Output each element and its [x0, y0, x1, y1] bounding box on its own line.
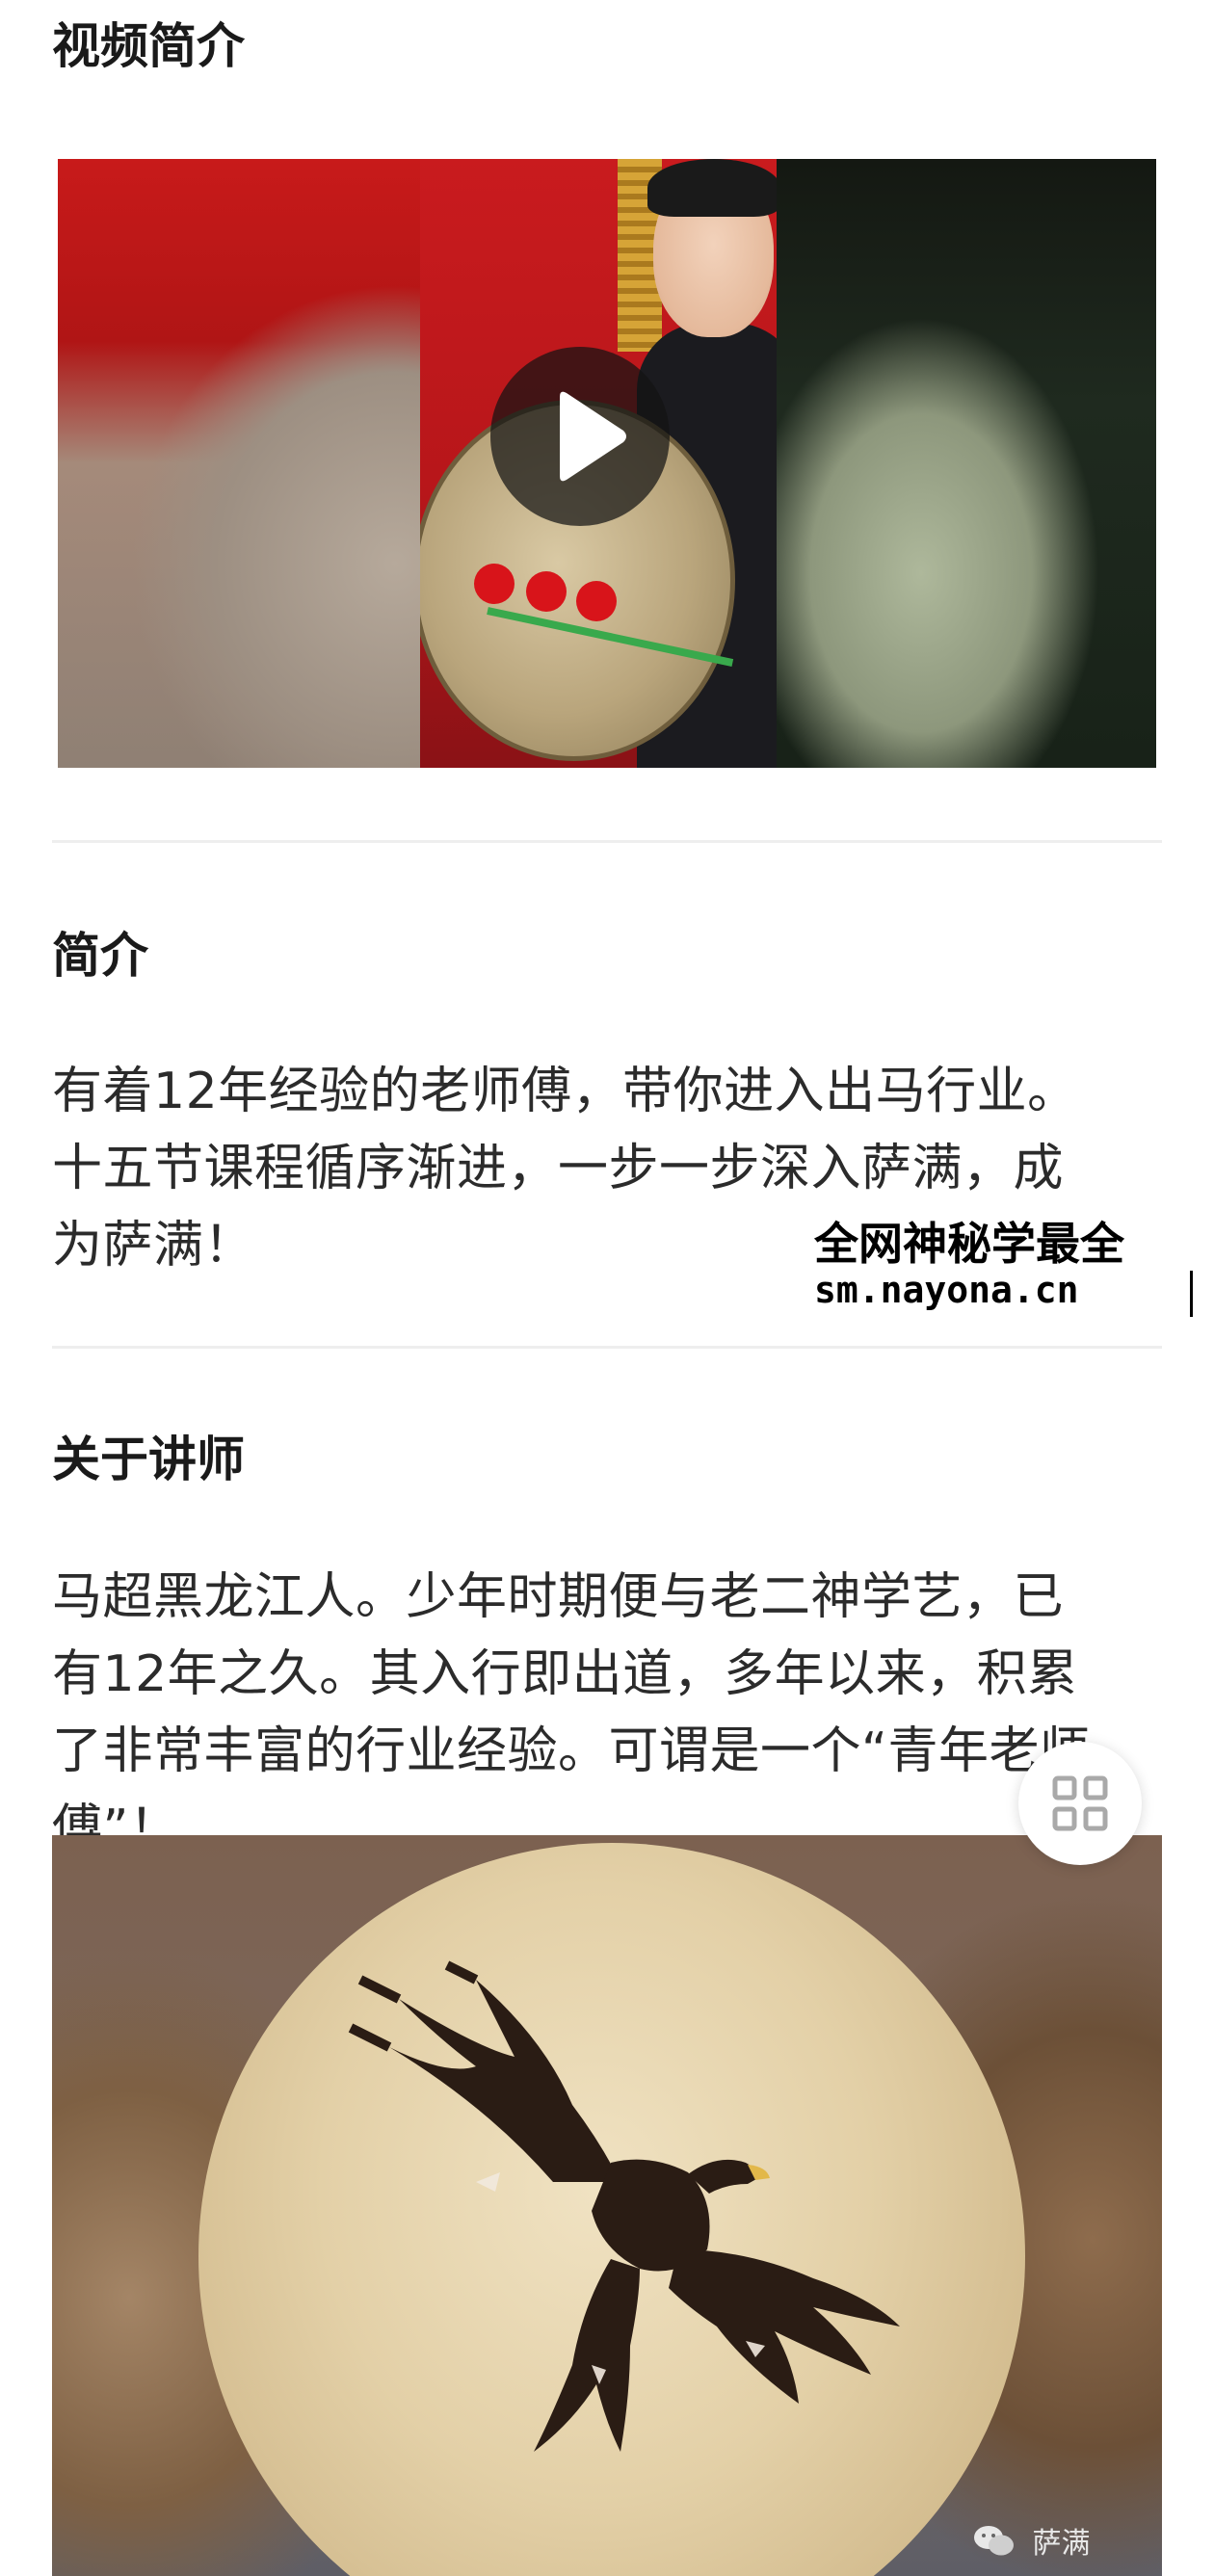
video-player[interactable] — [58, 159, 1156, 768]
article-page: 视频简介 简介 有着12年经验的老师傅，带你进入出马行业。 十五节课程循序渐进，… — [0, 0, 1214, 2576]
wechat-icon — [973, 2524, 1016, 2566]
intro-title: 简介 — [52, 928, 148, 984]
divider — [52, 1346, 1162, 1349]
image-credit: 萨满 — [973, 2519, 1091, 2566]
teacher-title: 关于讲师 — [52, 1432, 245, 1487]
play-icon — [560, 391, 626, 482]
video-blur-right — [777, 159, 1156, 768]
watermark-url: sm.nayona.cn — [814, 1269, 1079, 1311]
video-intro-title: 视频简介 — [52, 18, 245, 74]
watermark-title: 全网神秘学最全 — [814, 1218, 1124, 1270]
eagle-icon — [348, 1960, 900, 2452]
divider — [52, 840, 1162, 843]
grid-icon — [1052, 1775, 1108, 1831]
watermark: 全网神秘学最全 sm.nayona.cn — [814, 1209, 1200, 1320]
play-button[interactable] — [490, 347, 670, 526]
eagle-drum-image — [52, 1835, 1162, 2576]
grid-menu-button[interactable] — [1018, 1742, 1142, 1865]
teacher-text: 马超黑龙江人。少年时期便与老二神学艺，已 有12年之久。其入行即出道，多年以来，… — [52, 1568, 1091, 1857]
video-blur-left — [58, 159, 420, 768]
text-caret — [1190, 1271, 1193, 1317]
credit-text: 萨满 — [1032, 2527, 1091, 2561]
